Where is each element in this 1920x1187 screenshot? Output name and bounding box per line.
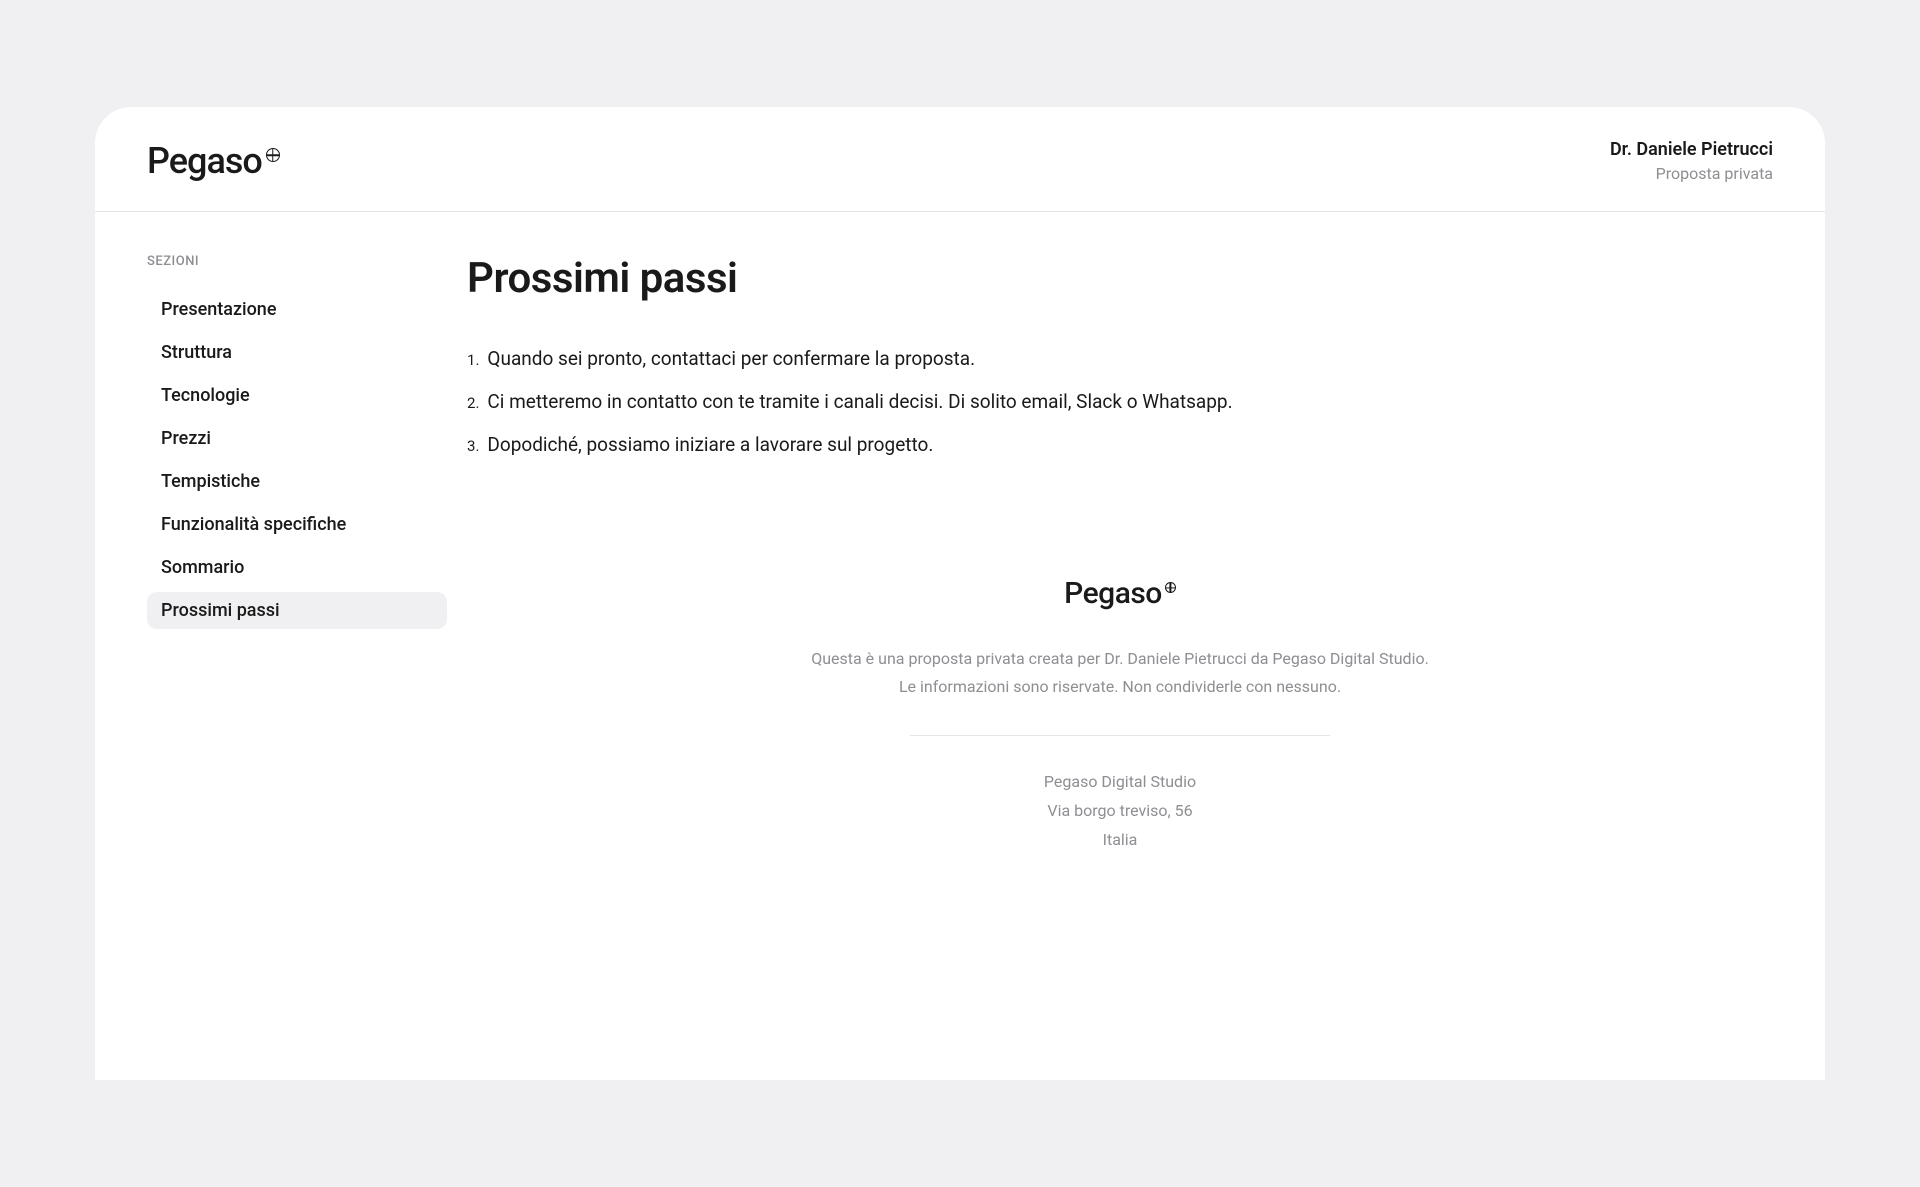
footer: Pegaso Questa è una proposta privata cre… [700, 576, 1540, 849]
sidebar-item-prossimi-passi[interactable]: Prossimi passi [147, 592, 447, 629]
page-title: Prossimi passi [467, 254, 1773, 303]
sidebar: SEZIONI Presentazione Struttura Tecnolog… [147, 254, 447, 1080]
footer-disclaimer-1: Questa è una proposta privata creata per… [700, 647, 1540, 671]
step-item: Ci metteremo in contatto con te tramite … [467, 390, 1773, 413]
header-meta: Dr. Daniele Pietrucci Proposta privata [1610, 139, 1773, 183]
document-subtitle: Proposta privata [1610, 164, 1773, 183]
sidebar-item-presentazione[interactable]: Presentazione [147, 291, 447, 328]
sidebar-item-funzionalita[interactable]: Funzionalità specifiche [147, 506, 447, 543]
plus-circle-icon [1165, 582, 1176, 593]
footer-disclaimer-2: Le informazioni sono riservate. Non cond… [700, 675, 1540, 699]
sidebar-item-tecnologie[interactable]: Tecnologie [147, 377, 447, 414]
footer-address: Via borgo treviso, 56 [700, 801, 1540, 820]
sidebar-item-struttura[interactable]: Struttura [147, 334, 447, 371]
main-content: Prossimi passi Quando sei pronto, contat… [447, 254, 1773, 1080]
sidebar-item-prezzi[interactable]: Prezzi [147, 420, 447, 457]
step-item: Dopodiché, possiamo iniziare a lavorare … [467, 433, 1773, 456]
body: SEZIONI Presentazione Struttura Tecnolog… [95, 212, 1825, 1080]
footer-country: Italia [700, 830, 1540, 849]
sidebar-item-tempistiche[interactable]: Tempistiche [147, 463, 447, 500]
logo: Pegaso [147, 140, 280, 182]
footer-logo: Pegaso [1064, 576, 1176, 611]
logo-text: Pegaso [147, 140, 262, 182]
footer-company: Pegaso Digital Studio [700, 772, 1540, 791]
plus-circle-icon [266, 148, 280, 162]
document-card: Pegaso Dr. Daniele Pietrucci Proposta pr… [95, 107, 1825, 1080]
step-item: Quando sei pronto, contattaci per confer… [467, 347, 1773, 370]
footer-divider [910, 735, 1330, 736]
steps-list: Quando sei pronto, contattaci per confer… [467, 347, 1773, 456]
sidebar-item-sommario[interactable]: Sommario [147, 549, 447, 586]
header: Pegaso Dr. Daniele Pietrucci Proposta pr… [95, 107, 1825, 212]
client-name: Dr. Daniele Pietrucci [1610, 139, 1773, 160]
sidebar-label: SEZIONI [147, 254, 447, 269]
footer-logo-text: Pegaso [1064, 576, 1162, 611]
